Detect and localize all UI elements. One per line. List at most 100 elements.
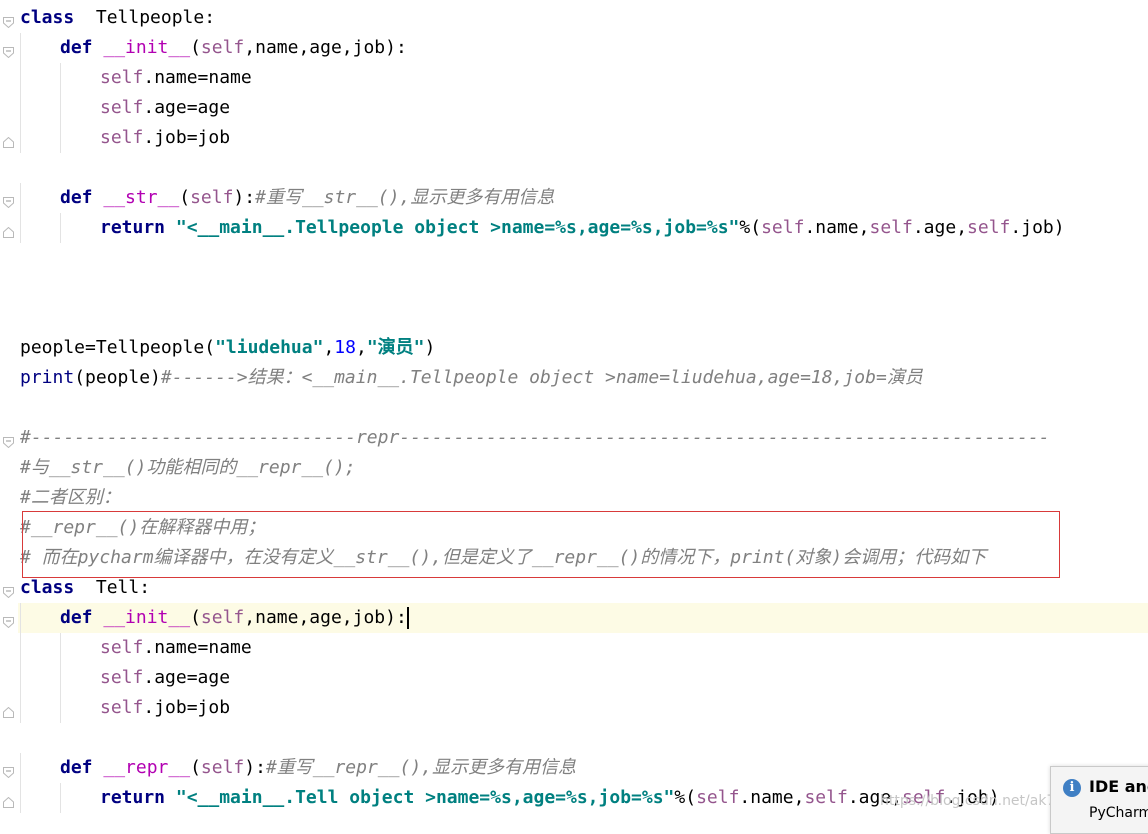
fold-end-icon[interactable]: [3, 792, 14, 808]
indent-guide: [20, 663, 21, 693]
code-token: def: [60, 607, 93, 628]
code-token: people=Tellpeople(: [20, 337, 216, 358]
code-token: Tellpeople:: [74, 7, 216, 28]
code-line[interactable]: #二者区别：: [18, 483, 1148, 513]
info-icon: i: [1063, 779, 1081, 797]
highlight-annotation-box: [22, 511, 1060, 578]
code-line[interactable]: self.age=age: [18, 663, 1148, 693]
code-line[interactable]: return "<__main__.Tellpeople object >nam…: [18, 213, 1148, 243]
code-line[interactable]: self.age=age: [18, 93, 1148, 123]
text-caret: [406, 607, 409, 629]
indent-guide: [60, 633, 61, 663]
code-token: ,: [323, 337, 335, 358]
code-token: self: [100, 67, 144, 88]
code-token: __init__: [103, 37, 191, 58]
code-token: self: [100, 97, 144, 118]
indent-guide: [20, 633, 21, 663]
code-line-content: def __repr__(self):#重写__repr__(),显示更多有用信…: [60, 753, 576, 783]
code-line-content: self.job=job: [100, 123, 230, 153]
code-token: .age=age: [143, 97, 231, 118]
indent-guide: [60, 693, 61, 723]
fold-open-icon[interactable]: [3, 582, 14, 599]
code-line[interactable]: print(people)#------>结果：<__main__.Tellpe…: [18, 363, 1148, 393]
code-token: .name=name: [143, 637, 252, 658]
code-line[interactable]: def __init__(self,name,age,job):: [18, 603, 1148, 633]
fold-open-icon[interactable]: [3, 432, 14, 449]
code-token: .age=age: [143, 667, 231, 688]
fold-open-icon[interactable]: [3, 762, 14, 779]
fold-end-icon[interactable]: [3, 702, 14, 718]
fold-open-icon[interactable]: [3, 192, 14, 209]
code-token: ):: [244, 757, 266, 778]
code-token: self: [190, 187, 234, 208]
code-line-content: people=Tellpeople("liudehua",18,"演员"): [20, 333, 435, 363]
code-line[interactable]: [18, 723, 1148, 753]
code-line-content: #二者区别：: [20, 483, 121, 513]
indent-guide: [20, 93, 21, 123]
fold-open-icon[interactable]: [3, 12, 14, 29]
code-line[interactable]: [18, 273, 1148, 303]
code-token: self: [804, 787, 848, 808]
fold-end-icon[interactable]: [3, 222, 14, 238]
code-token: (people): [74, 367, 161, 388]
indent-guide: [60, 63, 61, 93]
code-line[interactable]: self.job=job: [18, 693, 1148, 723]
indent-guide: [60, 213, 61, 243]
code-token: __repr__: [103, 757, 191, 778]
indent-guide: [60, 93, 61, 123]
code-line[interactable]: people=Tellpeople("liudehua",18,"演员"): [18, 333, 1148, 363]
fold-open-icon[interactable]: [3, 42, 14, 59]
code-line[interactable]: self.name=name: [18, 633, 1148, 663]
code-token: #------>结果：<__main__.Tellpeople object >…: [160, 367, 923, 388]
code-line[interactable]: #与__str__()功能相同的__repr__();: [18, 453, 1148, 483]
code-token: "演员": [366, 337, 425, 358]
indent-guide: [20, 753, 21, 783]
code-line-content: self.name=name: [100, 63, 252, 93]
code-line-content: self.age=age: [100, 93, 230, 123]
code-line[interactable]: class Tellpeople:: [18, 3, 1148, 33]
code-line-content: print(people)#------>结果：<__main__.Tellpe…: [20, 363, 923, 393]
code-token: .job=job: [143, 127, 231, 148]
code-line[interactable]: self.job=job: [18, 123, 1148, 153]
code-token: Tell:: [74, 577, 151, 598]
code-token: self: [200, 37, 245, 58]
code-token: self: [967, 217, 1011, 238]
code-token: .age,: [912, 217, 968, 238]
code-token: "liudehua": [215, 337, 324, 358]
code-token: .job=job: [143, 697, 231, 718]
indent-guide: [60, 663, 61, 693]
code-line[interactable]: [18, 393, 1148, 423]
code-token: __init__: [103, 607, 191, 628]
code-line[interactable]: def __repr__(self):#重写__repr__(),显示更多有用信…: [18, 753, 1148, 783]
code-line[interactable]: self.name=name: [18, 63, 1148, 93]
code-token: (: [190, 757, 201, 778]
code-token: self: [200, 607, 245, 628]
code-line-content: return "<__main__.Tell object >name=%s,a…: [100, 783, 1000, 813]
code-line[interactable]: [18, 153, 1148, 183]
code-token: def: [60, 37, 93, 58]
code-token: print: [20, 367, 75, 388]
code-line-content: def __init__(self,name,age,job):: [60, 603, 409, 633]
code-token: #------------------------------repr-----…: [20, 427, 1050, 448]
fold-end-icon[interactable]: [3, 132, 14, 148]
code-token: self: [869, 217, 913, 238]
code-line[interactable]: def __init__(self,name,age,job):: [18, 33, 1148, 63]
code-line-content: self.name=name: [100, 633, 252, 663]
code-token: self: [100, 637, 144, 658]
indent-guide: [20, 783, 21, 813]
code-line[interactable]: [18, 303, 1148, 333]
indent-guide: [60, 783, 61, 813]
code-token: (: [190, 607, 201, 628]
code-token: (: [190, 37, 201, 58]
code-line[interactable]: [18, 243, 1148, 273]
notification-subtitle: PyCharm: [1089, 805, 1148, 821]
code-token: .name,: [739, 787, 805, 808]
code-line[interactable]: def __str__(self):#重写__str__(),显示更多有用信息: [18, 183, 1148, 213]
code-token: return: [100, 217, 166, 238]
code-token: %(: [739, 217, 762, 238]
fold-open-icon[interactable]: [3, 612, 14, 629]
code-line[interactable]: #------------------------------repr-----…: [18, 423, 1148, 453]
